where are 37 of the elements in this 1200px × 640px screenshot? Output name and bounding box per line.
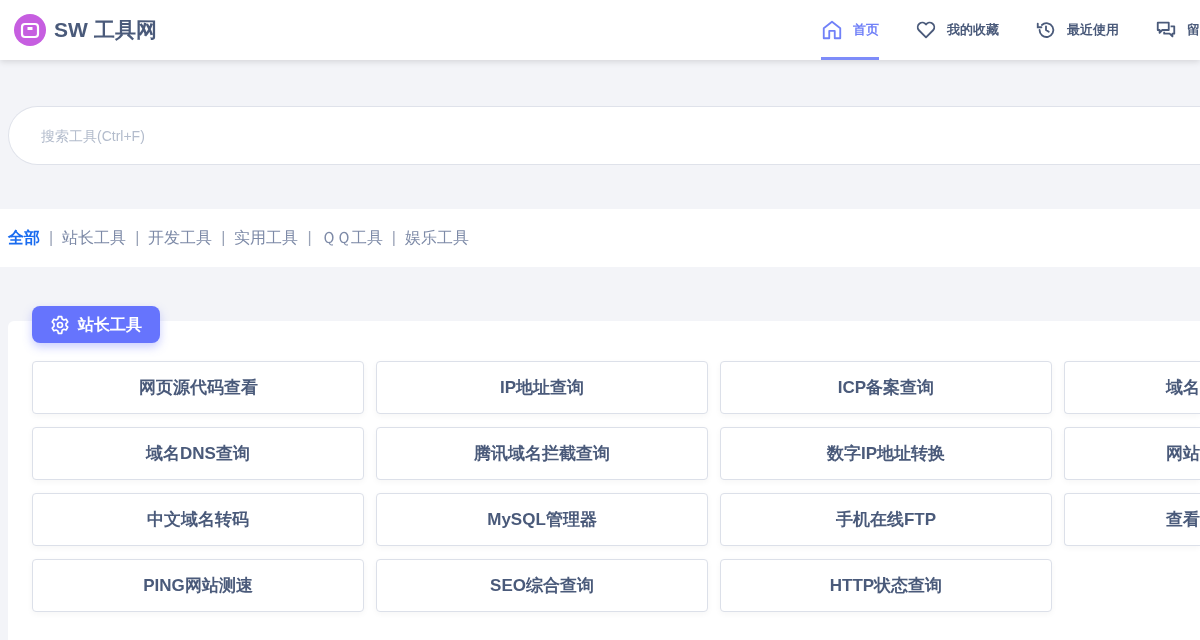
nav-tab[interactable]: 我的收藏 <box>915 0 999 60</box>
tool-link[interactable]: 数字IP地址转换 <box>720 427 1052 480</box>
category-link[interactable]: 开发工具 <box>148 226 213 250</box>
tool-link[interactable]: HTTP状态查询 <box>720 559 1052 612</box>
separator: | <box>135 228 140 248</box>
tool-link[interactable]: IP地址查询 <box>376 361 708 414</box>
separator: | <box>391 228 396 248</box>
settings-icon <box>50 314 70 335</box>
tool-link[interactable]: 网页源代码查看 <box>32 361 364 414</box>
tool-link[interactable]: 查看 <box>1064 493 1200 546</box>
separator: | <box>221 228 226 248</box>
toolbox-logo-icon <box>14 14 46 46</box>
separator: | <box>49 228 54 248</box>
tool-link[interactable]: PING网站测速 <box>32 559 364 612</box>
tool-link[interactable]: 中文域名转码 <box>32 493 364 546</box>
search-field[interactable]: 搜索工具(Ctrl+F) <box>8 106 1200 165</box>
category-link[interactable]: 实用工具 <box>234 226 299 250</box>
tool-link[interactable]: MySQL管理器 <box>376 493 708 546</box>
tool-link[interactable]: 域名DNS查询 <box>32 427 364 480</box>
history-icon <box>1035 19 1057 41</box>
category-link[interactable]: ＱＱ工具 <box>320 226 383 250</box>
site-title: SW 工具网 <box>54 17 157 44</box>
home-icon <box>821 19 843 41</box>
tool-link[interactable]: 网站 <box>1064 427 1200 480</box>
category-link[interactable]: 娱乐工具 <box>404 226 469 250</box>
tool-link[interactable]: SEO综合查询 <box>376 559 708 612</box>
category-link[interactable]: 站长工具 <box>62 226 127 250</box>
tool-link[interactable]: 腾讯域名拦截查询 <box>376 427 708 480</box>
tool-link[interactable]: ICP备案查询 <box>720 361 1052 414</box>
category-link[interactable]: 全部 <box>8 226 40 250</box>
nav-tab[interactable]: 最近使用 <box>1035 0 1119 60</box>
tool-link[interactable]: 手机在线FTP <box>720 493 1052 546</box>
nav-tab[interactable]: 首页 <box>821 0 879 60</box>
tool-link[interactable]: 域名 <box>1064 361 1200 414</box>
heart-icon <box>915 19 937 41</box>
nav-tab[interactable]: 留 <box>1155 0 1200 60</box>
separator: | <box>307 228 312 248</box>
